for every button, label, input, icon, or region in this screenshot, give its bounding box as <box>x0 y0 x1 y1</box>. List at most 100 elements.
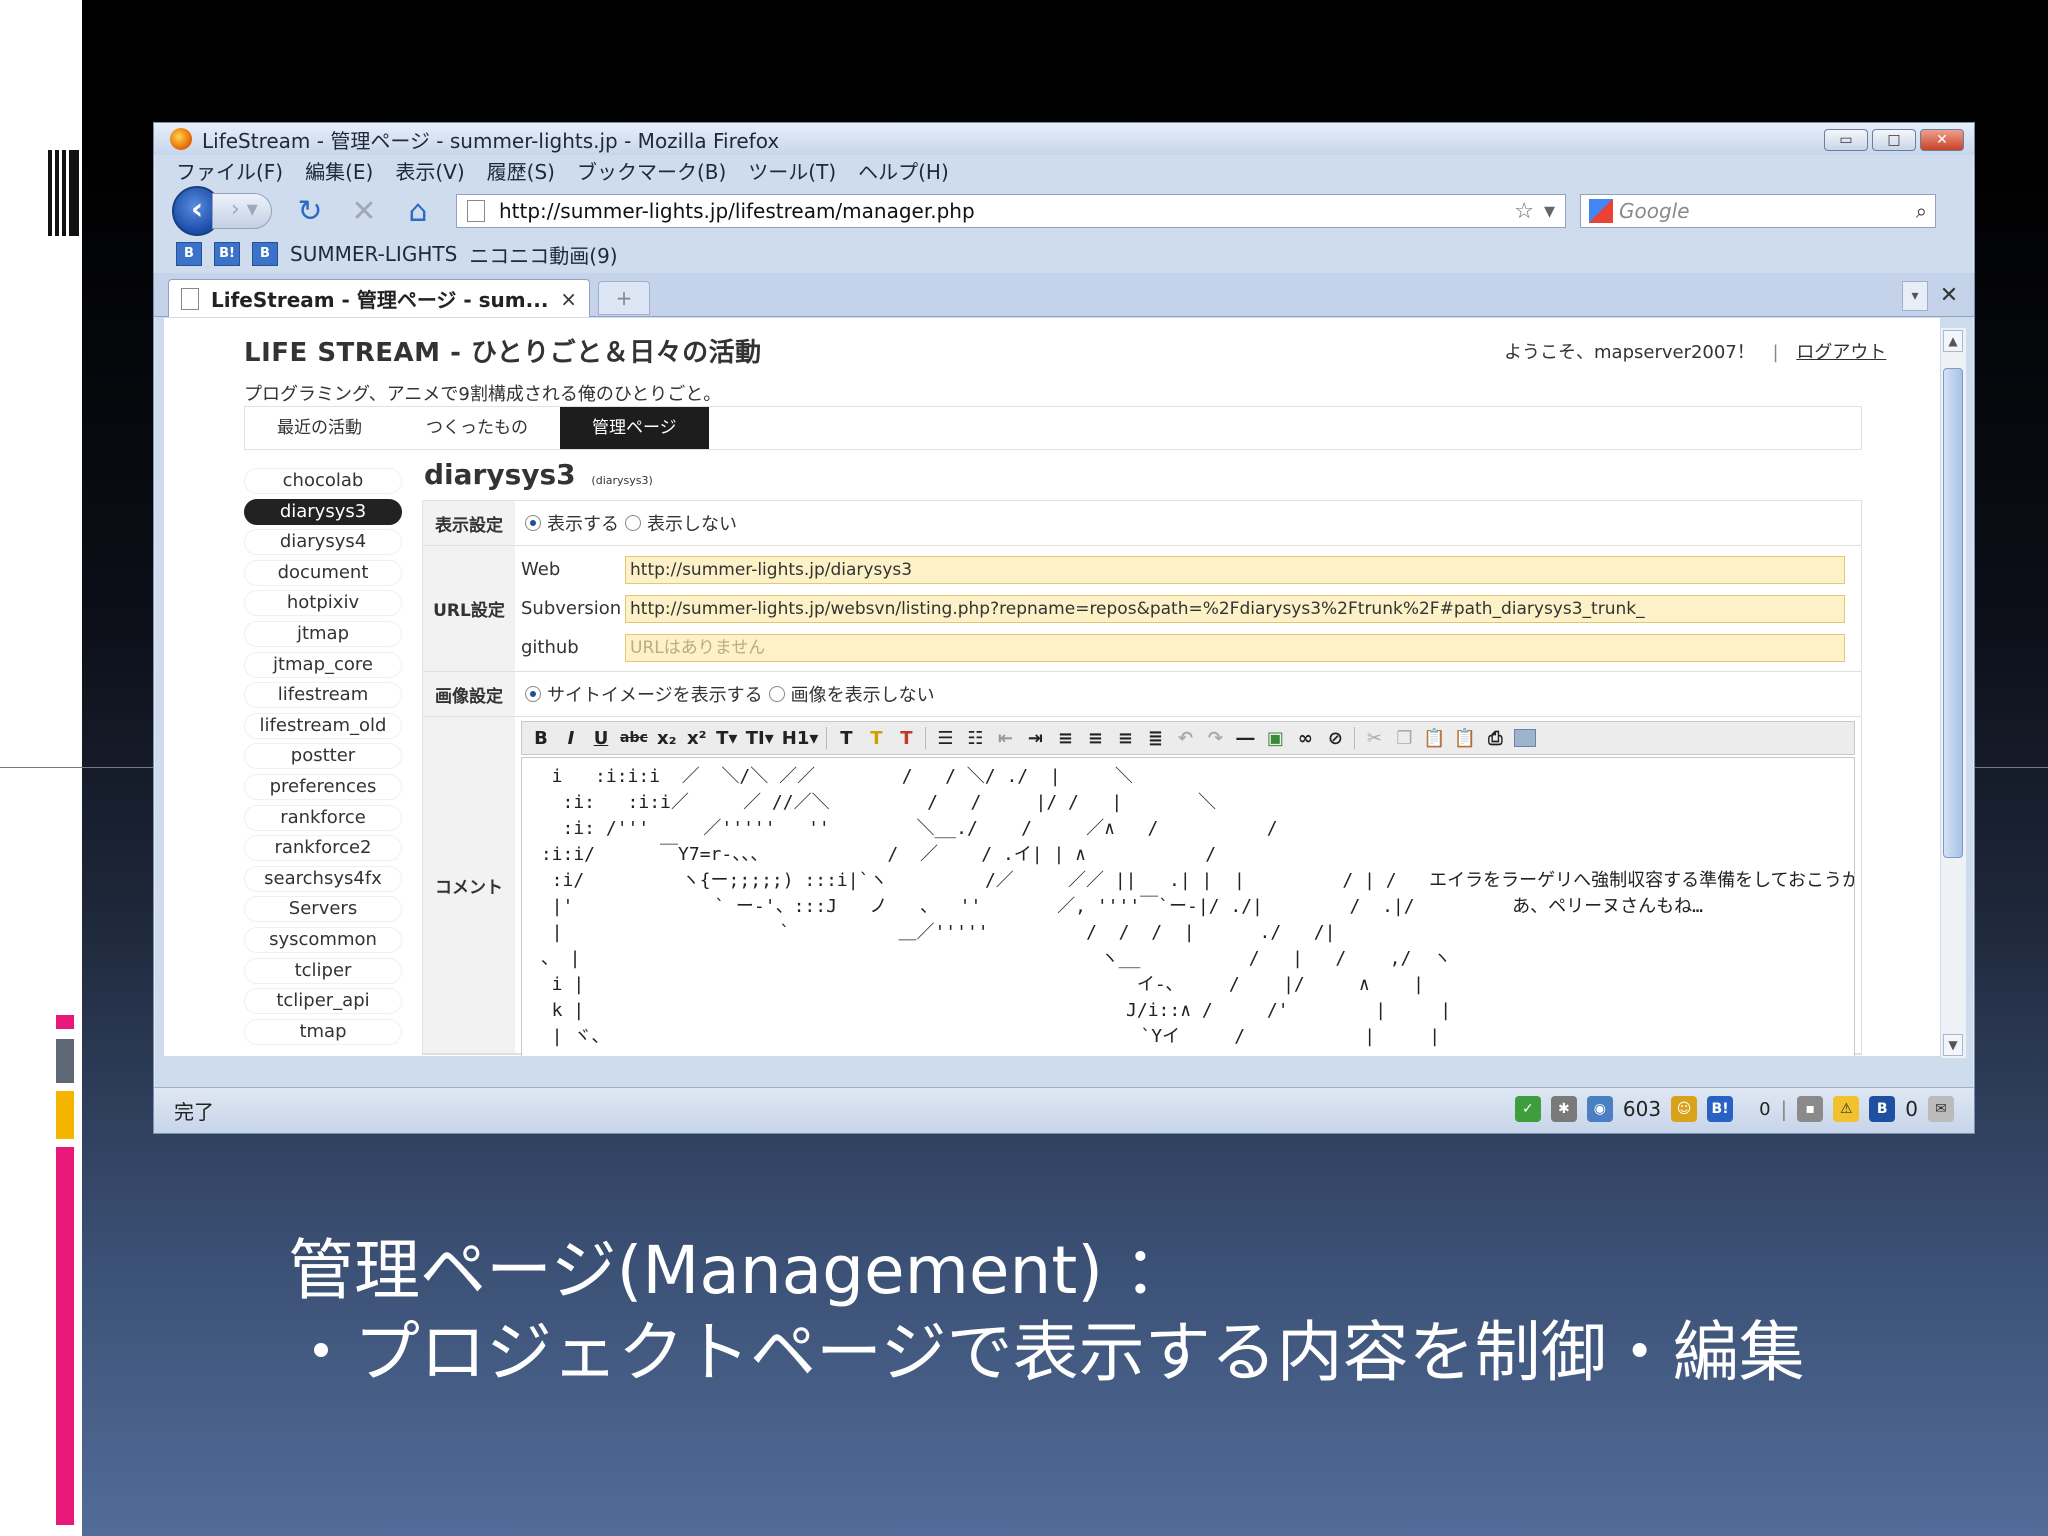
project-item-selected[interactable]: diarysys3 <box>244 498 402 525</box>
new-tab-button[interactable]: + <box>598 281 650 315</box>
copy-icon[interactable]: ❐ <box>1393 728 1415 749</box>
strike-button[interactable]: abc <box>620 730 648 746</box>
project-item[interactable]: tcliper <box>244 957 402 984</box>
subscript-button[interactable]: x₂ <box>656 728 678 749</box>
font-style-button[interactable]: T▾ <box>716 728 738 749</box>
minimize-button[interactable]: ▭ <box>1824 129 1868 151</box>
close-tab-button[interactable]: ✕ <box>1936 281 1962 311</box>
redo-icon[interactable]: ↷ <box>1204 728 1226 749</box>
reload-icon[interactable]: ↻ <box>294 194 326 229</box>
tab-close-icon[interactable]: × <box>560 287 577 311</box>
greasemonkey-icon[interactable]: ☺ <box>1671 1096 1698 1122</box>
web-url-input[interactable]: http://summer-lights.jp/diarysys3 <box>625 555 1845 584</box>
tab-lifestream[interactable]: LifeStream - 管理ページ - sum... × <box>168 279 590 317</box>
font-size-button[interactable]: TI▾ <box>746 728 774 749</box>
scroll-up-icon[interactable]: ▲ <box>1943 330 1963 352</box>
project-item[interactable]: chocolab <box>244 468 402 494</box>
menu-tools[interactable]: ツール(T) <box>748 156 836 185</box>
project-item[interactable]: hotpixiv <box>244 590 402 617</box>
menu-file[interactable]: ファイル(F) <box>176 156 283 185</box>
cut-icon[interactable]: ✂ <box>1363 728 1385 749</box>
address-dropdown-icon[interactable]: ▾ <box>1544 199 1555 224</box>
image-show-radio[interactable] <box>525 686 541 702</box>
align-right-icon[interactable]: ≡ <box>1114 728 1136 749</box>
firebug-icon[interactable]: ✱ <box>1550 1096 1577 1122</box>
logout-link[interactable]: ログアウト <box>1796 342 1886 363</box>
indent-icon[interactable]: ⇥ <box>1024 728 1046 749</box>
menu-view[interactable]: 表示(V) <box>395 156 464 185</box>
unlink-icon[interactable]: ⊘ <box>1324 728 1346 749</box>
bookmark-nicovideo[interactable]: ニコニコ動画(9) <box>469 240 617 269</box>
project-item[interactable]: lifestream <box>244 682 402 709</box>
mail-icon[interactable]: ✉ <box>1928 1096 1954 1122</box>
paste-text-icon[interactable]: 📋 <box>1454 728 1476 749</box>
undo-icon[interactable]: ↶ <box>1174 728 1196 749</box>
project-item[interactable]: Servers <box>244 896 402 923</box>
svn-url-input[interactable]: http://summer-lights.jp/websvn/listing.p… <box>625 594 1845 623</box>
project-item[interactable]: searchsys4fx <box>244 865 402 892</box>
display-hide-radio[interactable] <box>625 515 641 531</box>
menu-history[interactable]: 履歴(S) <box>487 156 555 185</box>
italic-button[interactable]: I <box>560 728 582 749</box>
rss-icon[interactable]: ◉ <box>1586 1096 1613 1122</box>
project-item[interactable]: tcliper_api <box>244 988 402 1015</box>
paste-icon[interactable]: 📋 <box>1423 728 1445 749</box>
bold-button[interactable]: B <box>530 728 552 749</box>
highlight-icon[interactable]: T <box>865 728 887 749</box>
menu-edit[interactable]: 編集(E) <box>305 156 373 185</box>
nav-tab-recent[interactable]: 最近の活動 <box>245 407 394 449</box>
forward-button[interactable]: › ▾ <box>212 193 272 229</box>
search-box[interactable]: Google ⌕ <box>1580 194 1936 228</box>
bullet-list-icon[interactable]: ☰ <box>934 728 956 749</box>
close-window-button[interactable]: ✕ <box>1920 129 1964 151</box>
hr-icon[interactable]: ― <box>1234 728 1256 749</box>
nav-tab-manage[interactable]: 管理ページ <box>560 407 709 449</box>
tab-list-button[interactable]: ▾ <box>1902 281 1928 311</box>
maximize-button[interactable]: □ <box>1872 129 1916 151</box>
project-item[interactable]: document <box>244 559 402 586</box>
superscript-button[interactable]: x² <box>686 728 708 749</box>
clear-format-icon[interactable]: T <box>895 728 917 749</box>
comment-edit-area[interactable]: i :i:i:i ／ ＼/＼ ／／ / / ＼/ ./ | ＼ :i: :i:i… <box>521 757 1855 1056</box>
address-bar[interactable]: http://summer-lights.jp/lifestream/manag… <box>456 194 1566 228</box>
outdent-icon[interactable]: ⇤ <box>994 728 1016 749</box>
scroll-down-icon[interactable]: ▼ <box>1943 1034 1963 1056</box>
align-left-icon[interactable]: ≡ <box>1054 728 1076 749</box>
heading-button[interactable]: H1▾ <box>782 728 819 749</box>
project-item[interactable]: rankforce <box>244 804 402 831</box>
addon-check-icon[interactable]: ✓ <box>1514 1096 1541 1122</box>
hatena-bookmark-icon[interactable]: B! <box>214 242 240 266</box>
bookmark-summer-lights[interactable]: SUMMER-LIGHTS <box>290 242 457 266</box>
hatena-bookmark-status-icon[interactable]: B! <box>1707 1096 1734 1122</box>
menu-bookmarks[interactable]: ブックマーク(B) <box>577 156 726 185</box>
justify-icon[interactable]: ≣ <box>1144 728 1166 749</box>
scroll-thumb[interactable] <box>1943 368 1963 858</box>
project-item[interactable]: jtmap_core <box>244 651 402 678</box>
project-item[interactable]: preferences <box>244 773 402 800</box>
menu-help[interactable]: ヘルプ(H) <box>858 156 949 185</box>
project-item[interactable]: syscommon <box>244 926 402 953</box>
github-url-input[interactable]: URLはありません <box>625 633 1845 662</box>
display-show-radio[interactable] <box>525 515 541 531</box>
number-list-icon[interactable]: ☷ <box>964 728 986 749</box>
home-icon[interactable]: ⌂ <box>402 194 434 229</box>
project-item[interactable]: tmap <box>244 1018 402 1045</box>
project-item[interactable]: lifestream_old <box>244 712 402 739</box>
comment-icon[interactable]: ▪ <box>1797 1096 1824 1122</box>
page-scrollbar[interactable]: ▲ ▼ <box>1940 328 1966 1058</box>
project-item[interactable]: postter <box>244 743 402 770</box>
stop-icon[interactable]: ✕ <box>348 194 380 229</box>
bookmark-star-icon[interactable]: ☆ <box>1514 199 1534 224</box>
bookmark-menu-icon[interactable]: B <box>252 242 278 266</box>
text-color-icon[interactable]: T <box>835 728 857 749</box>
project-item[interactable]: diarysys4 <box>244 529 402 556</box>
print-icon[interactable]: ⎙ <box>1484 728 1506 749</box>
underline-button[interactable]: U <box>590 728 612 749</box>
link-icon[interactable]: ∞ <box>1294 728 1316 749</box>
html-source-icon[interactable] <box>1514 729 1537 747</box>
image-hide-radio[interactable] <box>768 686 785 702</box>
bookmark-count-icon[interactable]: B <box>1869 1096 1896 1122</box>
warning-icon[interactable]: ⚠ <box>1833 1096 1860 1122</box>
hatena-icon[interactable]: B <box>176 242 202 266</box>
project-item[interactable]: jtmap <box>244 620 402 647</box>
